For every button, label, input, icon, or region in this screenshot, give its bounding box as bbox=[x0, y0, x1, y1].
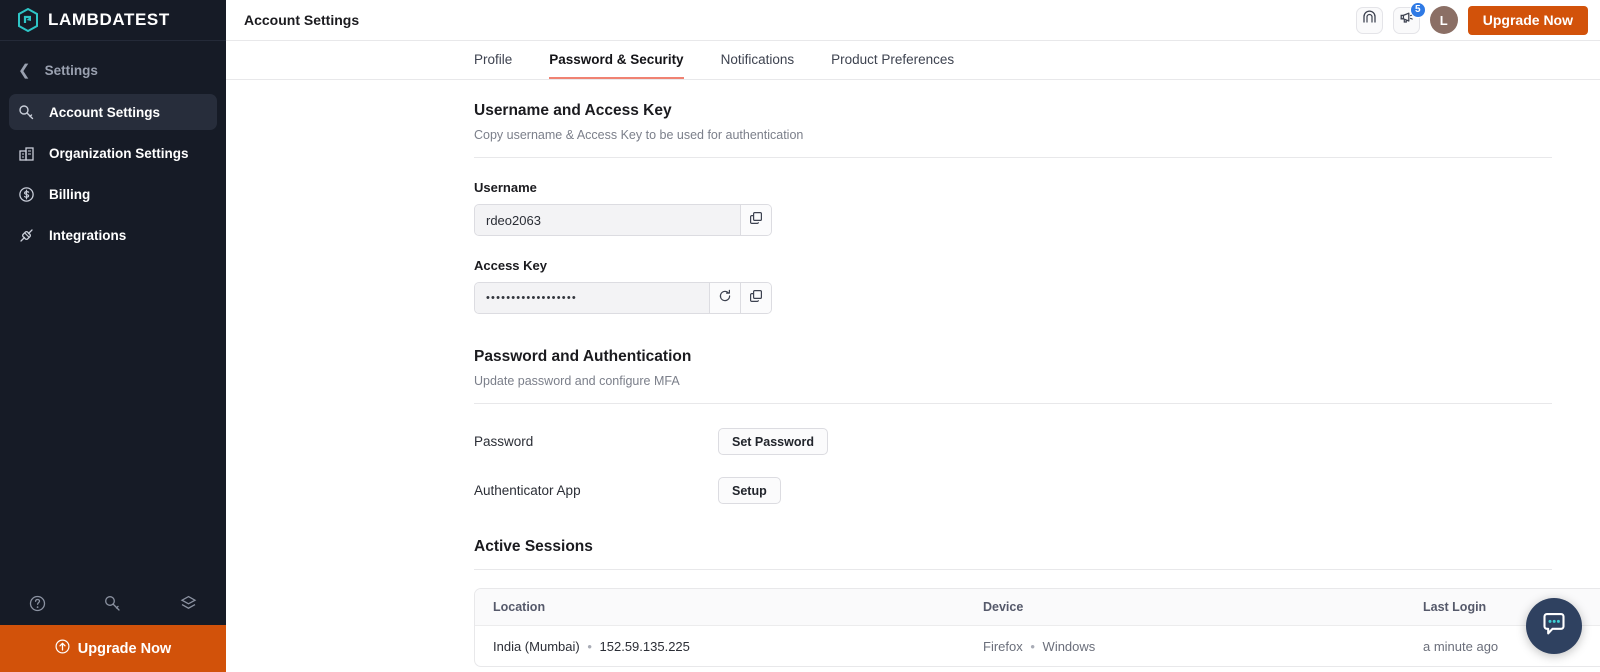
access-section-title: Username and Access Key bbox=[474, 102, 672, 119]
tab-password-security[interactable]: Password & Security bbox=[549, 41, 684, 79]
table-header-row: Location Device Last Login bbox=[475, 589, 1600, 626]
chat-bubble-icon bbox=[1539, 609, 1569, 644]
sidebar-upgrade-now-button[interactable]: Upgrade Now bbox=[0, 625, 226, 672]
arrow-up-circle-icon bbox=[55, 638, 70, 659]
sidebar: LAMBDATEST ❮ Settings Account Settings O… bbox=[0, 0, 226, 672]
password-row-label: Password bbox=[474, 434, 534, 449]
username-input[interactable]: rdeo2063 bbox=[475, 205, 740, 235]
access-key-copy-button[interactable] bbox=[740, 283, 771, 313]
sidebar-item-organization-settings[interactable]: Organization Settings bbox=[9, 135, 217, 171]
username-label: Username bbox=[474, 180, 537, 195]
avatar[interactable]: L bbox=[1429, 6, 1458, 34]
topbar: Account Settings 5 L Upgrade Now bbox=[226, 0, 1600, 41]
session-location-ip: 152.59.135.225 bbox=[599, 638, 690, 654]
brand-logo[interactable]: LAMBDATEST bbox=[0, 0, 226, 41]
table-row: India (Mumbai) • 152.59.135.225 Firefox … bbox=[475, 626, 1600, 666]
username-input-group: rdeo2063 bbox=[474, 204, 772, 236]
sidebar-nav: ❮ Settings Account Settings Organization… bbox=[0, 41, 226, 258]
divider bbox=[474, 569, 1552, 570]
copy-icon bbox=[749, 211, 763, 230]
announcements-badge: 5 bbox=[1409, 1, 1426, 18]
access-key-input[interactable]: •••••••••••••••••• bbox=[475, 283, 709, 313]
sidebar-upgrade-label: Upgrade Now bbox=[77, 640, 172, 657]
sidebar-back-label: Settings bbox=[44, 62, 98, 78]
content-scroll-area[interactable]: Username and Access Key Copy username & … bbox=[226, 80, 1600, 672]
plug-icon bbox=[18, 227, 35, 244]
tab-label: Password & Security bbox=[549, 51, 684, 67]
divider bbox=[474, 403, 1552, 404]
authenticator-row: Authenticator App Setup bbox=[474, 477, 1552, 504]
password-row: Password Set Password bbox=[474, 428, 1552, 455]
tab-product-preferences[interactable]: Product Preferences bbox=[831, 41, 954, 79]
lambdatest-hexagon-arrow-icon bbox=[17, 8, 39, 32]
sidebar-item-label: Organization Settings bbox=[49, 145, 189, 161]
sidebar-item-label: Account Settings bbox=[49, 104, 161, 120]
tab-profile[interactable]: Profile bbox=[474, 41, 512, 79]
page-title: Account Settings bbox=[244, 12, 360, 28]
sidebar-back-settings[interactable]: ❮ Settings bbox=[9, 55, 217, 85]
tab-notifications[interactable]: Notifications bbox=[721, 41, 795, 79]
authenticator-setup-button[interactable]: Setup bbox=[718, 477, 781, 504]
whats-new-button[interactable] bbox=[1355, 6, 1383, 34]
sidebar-item-integrations[interactable]: Integrations bbox=[9, 217, 217, 253]
password-section-subtitle: Update password and configure MFA bbox=[474, 374, 680, 388]
active-sessions-table: Location Device Last Login India (Mumbai… bbox=[474, 588, 1600, 667]
upgrade-now-button[interactable]: Upgrade Now bbox=[1467, 5, 1588, 35]
tab-label: Profile bbox=[474, 51, 513, 67]
key-icon bbox=[18, 104, 35, 121]
chat-support-button[interactable] bbox=[1526, 598, 1582, 654]
separator-dot: • bbox=[1030, 638, 1035, 654]
session-device-os: Windows bbox=[1042, 638, 1096, 654]
archway-icon bbox=[1362, 10, 1377, 30]
refresh-icon bbox=[718, 289, 732, 308]
brand-name: LAMBDATEST bbox=[48, 10, 170, 29]
divider bbox=[474, 157, 1552, 158]
column-header-device: Device bbox=[983, 600, 1024, 614]
layers-icon[interactable] bbox=[179, 594, 198, 613]
key-icon[interactable] bbox=[103, 594, 122, 613]
cell-device: Firefox • Windows bbox=[983, 639, 1423, 654]
topbar-actions: 5 L Upgrade Now bbox=[1355, 1, 1588, 35]
tab-label: Product Preferences bbox=[831, 51, 955, 67]
sidebar-item-billing[interactable]: Billing bbox=[9, 176, 217, 212]
column-header-location: Location bbox=[493, 600, 546, 614]
copy-icon bbox=[749, 289, 763, 308]
cell-location: India (Mumbai) • 152.59.135.225 bbox=[475, 639, 983, 654]
announcements-button[interactable]: 5 bbox=[1392, 1, 1426, 34]
sidebar-item-account-settings[interactable]: Account Settings bbox=[9, 94, 217, 130]
set-password-button[interactable]: Set Password bbox=[718, 428, 828, 455]
username-copy-button[interactable] bbox=[740, 205, 771, 235]
session-location-place: India (Mumbai) bbox=[493, 638, 580, 654]
dollar-circle-icon bbox=[18, 186, 35, 203]
access-key-input-group: •••••••••••••••••• bbox=[474, 282, 772, 314]
sidebar-item-label: Billing bbox=[49, 186, 91, 202]
access-section-subtitle: Copy username & Access Key to be used fo… bbox=[474, 128, 804, 142]
content-inner: Username and Access Key Copy username & … bbox=[226, 80, 1600, 672]
access-key-regenerate-button[interactable] bbox=[709, 283, 740, 313]
session-device-browser: Firefox bbox=[983, 638, 1023, 654]
chevron-left-icon: ❮ bbox=[18, 61, 31, 79]
app-root: LAMBDATEST ❮ Settings Account Settings O… bbox=[0, 0, 1600, 672]
building-icon bbox=[18, 145, 35, 162]
tab-label: Notifications bbox=[720, 51, 795, 67]
authenticator-row-label: Authenticator App bbox=[474, 483, 581, 498]
sessions-section-title: Active Sessions bbox=[474, 538, 593, 555]
main-panel: Account Settings 5 L Upgrade Now Profile… bbox=[226, 0, 1600, 672]
help-circle-icon[interactable] bbox=[28, 594, 47, 613]
password-section-title: Password and Authentication bbox=[474, 348, 692, 365]
access-key-label: Access Key bbox=[474, 258, 547, 273]
separator-dot: • bbox=[587, 638, 592, 654]
tab-bar: Profile Password & Security Notification… bbox=[226, 41, 1600, 80]
sidebar-bottom-icons bbox=[0, 581, 226, 625]
sidebar-item-label: Integrations bbox=[49, 227, 127, 243]
